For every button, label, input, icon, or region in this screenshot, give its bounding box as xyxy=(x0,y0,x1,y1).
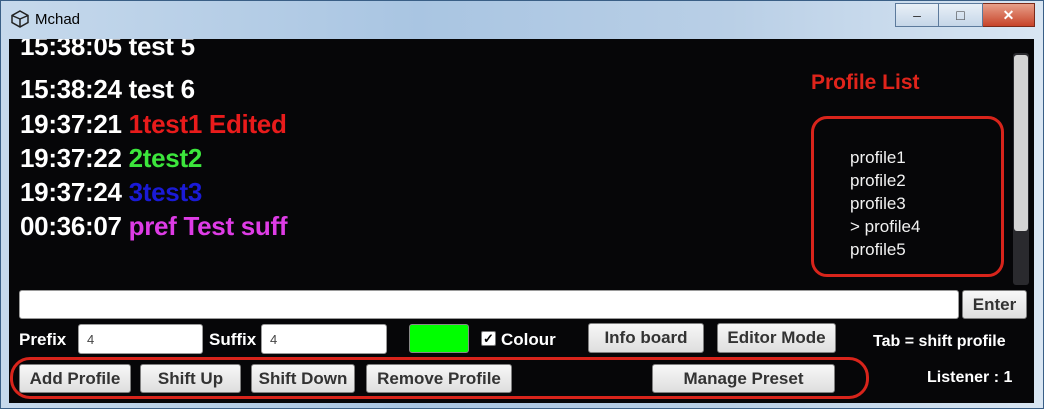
log-time: 19:37:22 xyxy=(20,143,122,173)
editor-mode-button[interactable]: Editor Mode xyxy=(717,323,836,353)
log-line: 15:38:05 test 5 xyxy=(20,39,195,62)
prefix-input[interactable] xyxy=(78,324,203,354)
maximize-button[interactable]: □ xyxy=(939,3,983,27)
log-text: test 5 xyxy=(128,39,195,61)
message-log: 15:38:05 test 5 15:38:24 test 6 19:37:21… xyxy=(9,39,799,284)
minimize-button[interactable]: – xyxy=(895,3,939,27)
suffix-input[interactable] xyxy=(261,324,387,354)
check-icon: ✓ xyxy=(483,331,494,346)
log-line: 15:38:24 test 6 xyxy=(20,74,195,105)
colour-swatch[interactable] xyxy=(409,324,469,353)
profile-item[interactable]: profile2 xyxy=(850,171,906,191)
profile-list-highlight xyxy=(811,116,1004,277)
colour-checkbox[interactable]: ✓ xyxy=(481,331,496,346)
prefix-label: Prefix xyxy=(19,330,67,349)
scrollbar-thumb[interactable] xyxy=(1014,55,1028,231)
log-text: 2test2 xyxy=(128,143,203,173)
maximize-icon: □ xyxy=(956,7,965,23)
log-text: pref Test suff xyxy=(128,211,288,241)
log-text: test 6 xyxy=(128,74,195,104)
log-line: 19:37:24 3test3 xyxy=(20,177,202,208)
log-line: 19:37:21 1test1 Edited xyxy=(20,109,287,140)
profile-item[interactable]: profile1 xyxy=(850,148,906,168)
suffix-label: Suffix xyxy=(209,330,257,349)
profile-buttons-highlight xyxy=(10,357,869,399)
profile-item-selected[interactable]: > profile4 xyxy=(850,217,920,237)
log-line: 19:37:22 2test2 xyxy=(20,143,202,174)
log-time: 19:37:24 xyxy=(20,177,122,207)
log-time: 19:37:21 xyxy=(20,109,122,139)
log-text: 3test3 xyxy=(128,177,203,207)
minimize-icon: – xyxy=(913,7,921,23)
tab-shift-hint: Tab = shift profile xyxy=(873,333,1006,350)
enter-button[interactable]: Enter xyxy=(962,290,1027,319)
message-input[interactable] xyxy=(19,290,959,319)
listener-count: Listener : 1 xyxy=(927,369,1013,386)
title-bar[interactable]: Mchad – □ ✕ xyxy=(1,1,1043,39)
info-board-button[interactable]: Info board xyxy=(588,323,704,353)
close-icon: ✕ xyxy=(1002,6,1015,23)
profile-item[interactable]: profile3 xyxy=(850,194,906,214)
close-button[interactable]: ✕ xyxy=(983,3,1035,27)
log-time: 15:38:05 xyxy=(20,39,122,61)
profile-item[interactable]: profile5 xyxy=(850,240,906,260)
window-controls: – □ ✕ xyxy=(895,3,1035,31)
window-title: Mchad xyxy=(35,11,81,28)
profile-list-title: Profile List xyxy=(811,71,920,94)
log-time: 00:36:07 xyxy=(20,211,122,241)
unity-icon xyxy=(11,10,29,28)
app-window: Mchad – □ ✕ 15:38:05 test 5 15:38:24 tes… xyxy=(0,0,1044,409)
log-time: 15:38:24 xyxy=(20,74,122,104)
client-area: 15:38:05 test 5 15:38:24 test 6 19:37:21… xyxy=(9,39,1034,403)
log-line: 00:36:07 pref Test suff xyxy=(20,211,287,242)
log-text: 1test1 Edited xyxy=(128,109,287,139)
colour-label: Colour xyxy=(501,330,556,349)
